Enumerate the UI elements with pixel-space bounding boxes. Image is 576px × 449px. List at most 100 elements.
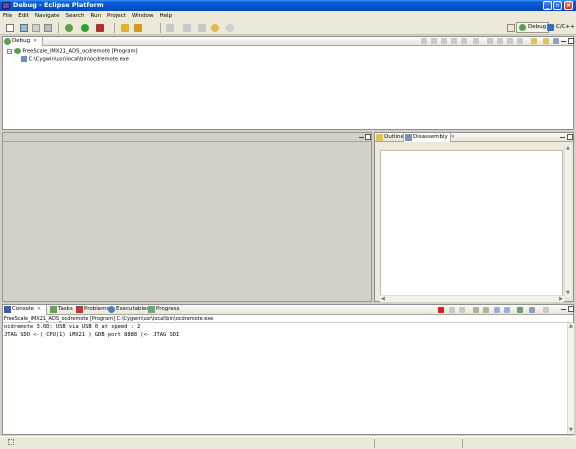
instruction-stepping-icon[interactable] <box>531 38 537 44</box>
tab-executables[interactable]: Executables <box>107 305 149 314</box>
scroll-down-arrow-icon[interactable]: ▼ <box>566 291 570 296</box>
tab-tasks-label: Tasks <box>58 306 73 312</box>
prev-annotation-icon[interactable] <box>183 24 191 32</box>
use-step-filters-icon[interactable] <box>543 38 549 44</box>
disassembly-content[interactable] <box>380 150 563 296</box>
menu-help[interactable]: Help <box>160 13 173 19</box>
debug-view-icon <box>4 38 11 45</box>
back-icon[interactable] <box>211 24 219 32</box>
scroll-lock-icon[interactable] <box>483 307 489 313</box>
remove-all-terminated-icon[interactable] <box>459 307 465 313</box>
perspective-cpp[interactable]: C/C++ <box>544 22 576 33</box>
open-type-icon[interactable] <box>121 24 129 32</box>
display-selected-console-icon[interactable] <box>529 307 535 313</box>
step-return-icon[interactable] <box>507 38 513 44</box>
external-tools-icon[interactable] <box>96 24 104 32</box>
remove-launch-icon[interactable] <box>449 307 455 313</box>
menu-project[interactable]: Project <box>107 13 126 19</box>
last-edit-icon[interactable] <box>198 24 206 32</box>
tab-progress[interactable]: Progress <box>147 305 179 314</box>
terminate-icon[interactable] <box>441 38 447 44</box>
close-tab-icon[interactable]: ✕ <box>37 306 41 312</box>
scroll-down-arrow-icon[interactable]: ▼ <box>569 428 573 433</box>
show-when-stdout-icon[interactable] <box>494 307 500 313</box>
tree-item-launch[interactable]: − FreeScale_iMX21_ADS_ocdremote [Program… <box>7 48 138 55</box>
tab-disassembly[interactable]: Disassembly ✕ <box>403 133 455 142</box>
tab-progress-label: Progress <box>156 306 180 312</box>
menu-run[interactable]: Run <box>90 13 101 19</box>
minimize-view-button[interactable] <box>561 41 566 42</box>
search-icon[interactable] <box>134 24 142 32</box>
disassembly-icon <box>405 134 412 141</box>
minimize-window-button[interactable]: _ <box>543 1 552 10</box>
terminate-icon[interactable] <box>438 307 444 313</box>
tab-console[interactable]: Console ✕ <box>3 305 47 315</box>
tree-item-process[interactable]: C:\Cygwin\usr\local\bin\ocdremote.exe <box>21 56 129 63</box>
eclipse-app-icon <box>2 2 10 9</box>
remove-launch-icon[interactable] <box>461 38 467 44</box>
perspective-cpp-label: C/C++ <box>556 24 575 30</box>
progress-icon <box>148 306 155 313</box>
maximize-view-button[interactable] <box>568 306 574 312</box>
minimize-view-button[interactable] <box>561 309 566 310</box>
close-tab-icon[interactable]: ✕ <box>33 38 37 44</box>
editor-minimize-button[interactable] <box>359 137 364 138</box>
menu-window[interactable]: Window <box>132 13 154 19</box>
fast-view-icon[interactable] <box>8 439 14 445</box>
tab-tasks[interactable]: Tasks <box>49 305 73 314</box>
tree-item-launch-label: FreeScale_iMX21_ADS_ocdremote [Program] <box>22 48 138 55</box>
console-view: Console ✕ Tasks Problems Executables Prog… <box>2 304 574 435</box>
scroll-up-arrow-icon[interactable]: ▲ <box>566 146 570 151</box>
debug-icon[interactable] <box>65 24 73 32</box>
cpp-perspective-icon <box>547 24 554 31</box>
tab-console-label: Console <box>12 306 34 312</box>
resume-icon[interactable] <box>421 38 427 44</box>
step-over-icon[interactable] <box>497 38 503 44</box>
scroll-up-arrow-icon[interactable]: ▲ <box>569 324 573 329</box>
scroll-right-arrow-icon[interactable]: ▶ <box>559 297 563 302</box>
collapse-icon[interactable]: − <box>7 48 12 54</box>
open-perspective-icon[interactable] <box>507 24 515 32</box>
disassembly-vertical-scrollbar[interactable]: ▲ ▼ <box>564 145 571 297</box>
close-tab-icon[interactable]: ✕ <box>451 134 455 140</box>
maximize-view-button[interactable] <box>568 38 574 44</box>
scroll-left-arrow-icon[interactable]: ◀ <box>381 297 385 302</box>
menu-edit[interactable]: Edit <box>18 13 29 19</box>
save-all-icon[interactable] <box>32 24 40 32</box>
console-icon <box>4 306 11 313</box>
menu-search[interactable]: Search <box>66 13 85 19</box>
step-into-icon[interactable] <box>487 38 493 44</box>
tree-item-process-label: C:\Cygwin\usr\local\bin\ocdremote.exe <box>28 56 129 63</box>
menu-file[interactable]: File <box>3 13 12 19</box>
editor-maximize-button[interactable] <box>365 134 371 140</box>
save-icon[interactable] <box>20 24 28 32</box>
disassembly-horizontal-scrollbar[interactable]: ◀ ▶ <box>380 295 564 302</box>
status-bar <box>0 436 576 449</box>
view-menu-icon[interactable] <box>553 38 559 44</box>
new-icon[interactable] <box>6 24 14 32</box>
clear-console-icon[interactable] <box>473 307 479 313</box>
run-icon[interactable] <box>81 24 89 32</box>
forward-icon[interactable] <box>226 24 234 32</box>
tasks-icon <box>50 306 57 313</box>
show-when-stderr-icon[interactable] <box>504 307 510 313</box>
menu-navigate[interactable]: Navigate <box>35 13 60 19</box>
minimize-view-button[interactable] <box>560 137 565 138</box>
terminate-all-icon[interactable] <box>473 38 479 44</box>
tab-debug[interactable]: Debug ✕ <box>3 37 43 46</box>
executables-icon <box>108 306 115 313</box>
console-line: JTAG SDO <-( CPU(1) iMX21 ) GDB port 888… <box>4 332 180 338</box>
maximize-view-button[interactable] <box>567 134 573 140</box>
pin-console-icon[interactable] <box>517 307 523 313</box>
suspend-icon[interactable] <box>431 38 437 44</box>
disconnect-icon[interactable] <box>451 38 457 44</box>
drop-to-frame-icon[interactable] <box>517 38 523 44</box>
close-window-button[interactable]: × <box>564 1 573 10</box>
tab-problems[interactable]: Problems <box>75 305 109 314</box>
next-annotation-icon[interactable] <box>166 24 174 32</box>
open-console-icon[interactable] <box>543 307 549 313</box>
console-vertical-scrollbar[interactable]: ▲ ▼ <box>567 323 574 434</box>
maximize-window-button[interactable]: ▫ <box>553 1 562 10</box>
print-icon[interactable] <box>44 24 52 32</box>
tab-outline[interactable]: Outline <box>375 133 404 142</box>
